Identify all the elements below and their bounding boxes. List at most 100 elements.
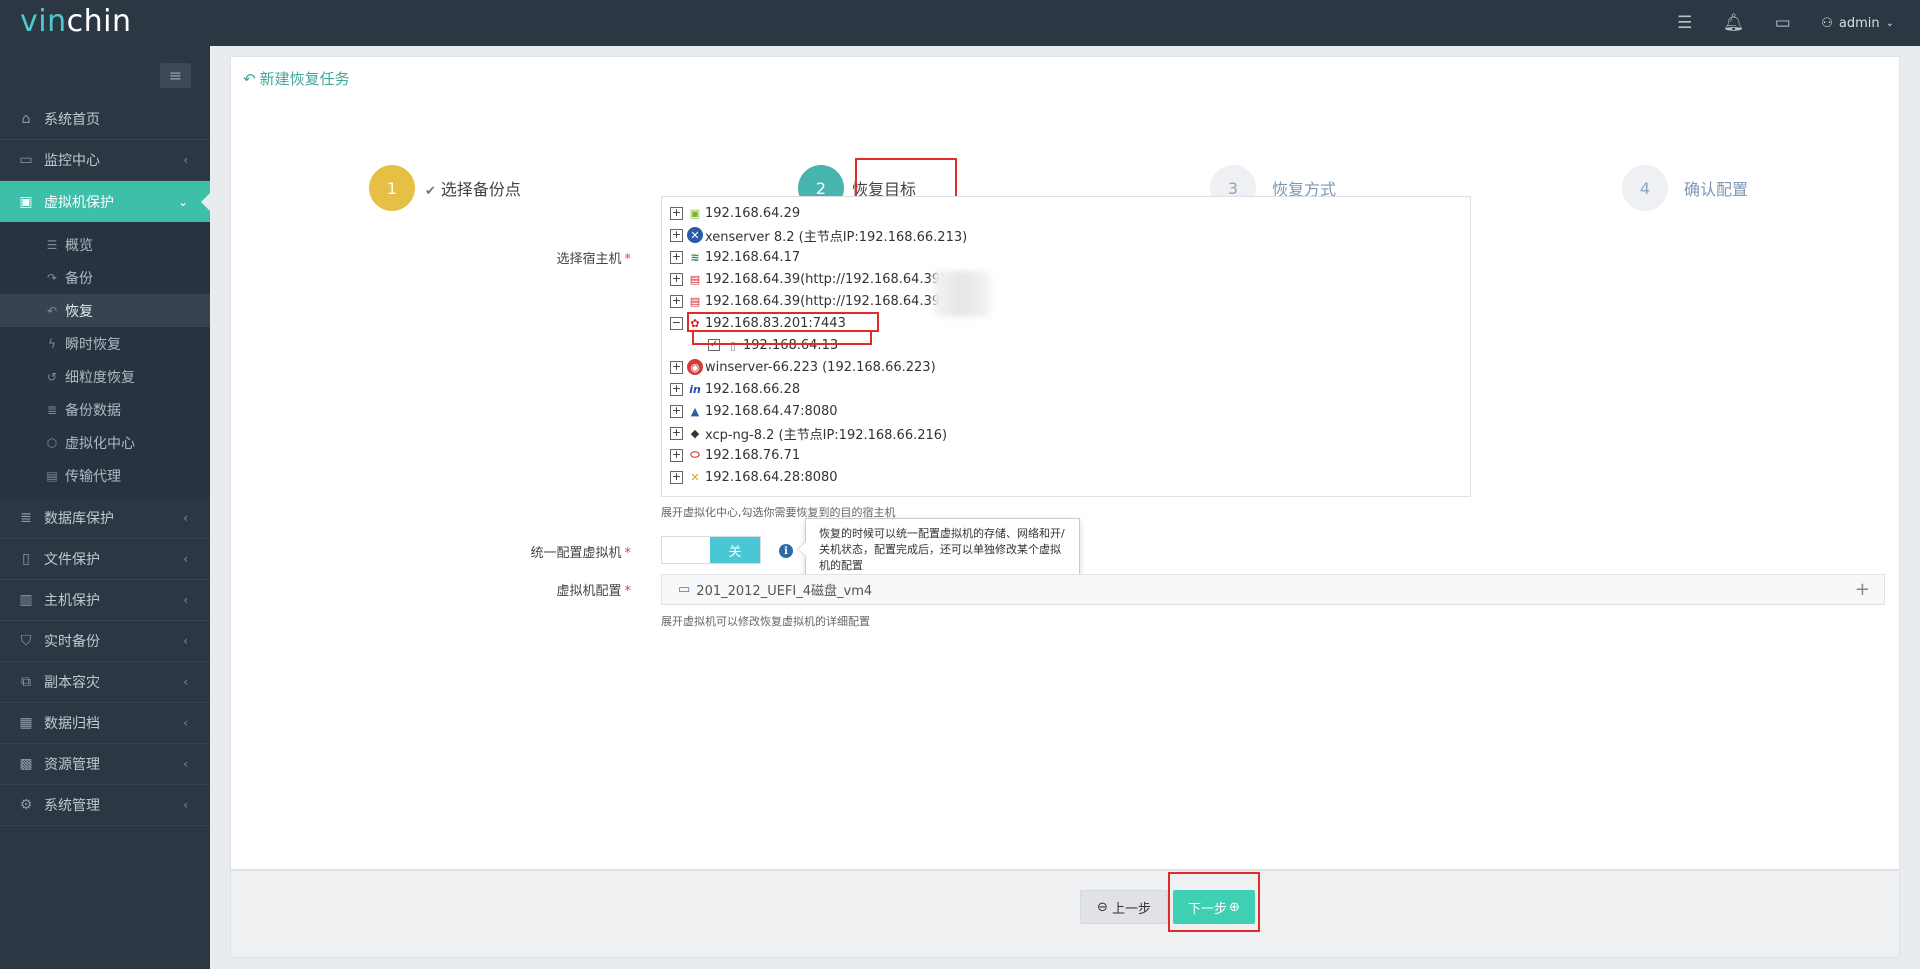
sidebar-item-monitor[interactable]: ▭ 监控中心 ‹: [0, 140, 210, 181]
chevron-left-icon: ‹: [183, 511, 188, 525]
expand-icon[interactable]: +: [670, 250, 683, 264]
expand-icon[interactable]: +: [670, 228, 683, 242]
bell-icon[interactable]: 🔔︎: [1709, 0, 1758, 46]
grid-icon: ▩: [19, 756, 33, 772]
tree-node[interactable]: + ▤ 192.168.64.39(http://192.168.64.39): [662, 268, 1470, 290]
server-icon: ▤: [689, 294, 701, 308]
platform-icon: ≋: [690, 250, 700, 264]
share-icon: ↷: [46, 270, 58, 285]
host-tree: + ▣ 192.168.64.29 + ✕ xenserver 8.2 (主节点IP:1…: [661, 196, 1471, 497]
tree-node[interactable]: + ◉ winserver-66.223 (192.168.66.223): [662, 356, 1470, 378]
arrow-left-icon: ⊖: [1097, 899, 1108, 915]
collapse-icon[interactable]: −: [670, 316, 683, 330]
highlight-box-next: [1168, 872, 1260, 932]
expand-icon[interactable]: +: [670, 272, 683, 286]
expand-icon[interactable]: +: [670, 360, 683, 374]
highlight-box-host: [687, 312, 879, 332]
expand-icon[interactable]: +: [670, 382, 683, 396]
tree-node[interactable]: + ⬭ 192.168.76.71: [662, 444, 1470, 466]
chevron-left-icon: ‹: [183, 798, 188, 812]
wizard-footer: [230, 870, 1900, 958]
monitor-icon: ▭: [19, 152, 33, 168]
undo-icon: ↺: [46, 369, 58, 384]
chevron-left-icon: ‹: [183, 757, 188, 771]
tree-node[interactable]: + ◆ xcp-ng-8.2 (主节点IP:192.168.66.216): [662, 422, 1470, 444]
sidebar-sub-transfer-proxy[interactable]: ▤ 传输代理: [0, 459, 210, 492]
chevron-left-icon: ‹: [183, 634, 188, 648]
sidebar-menu: ⌂ 系统首页 ▭ 监控中心 ‹ ▣ 虚拟机保护 ⌄ ☰ 概览 ↷ 备份 ↶ 恢复 ϟ 瞬时恢复 ↺…: [0, 99, 210, 826]
logo[interactable]: vinchin: [20, 4, 131, 39]
step-4-number: 4: [1622, 165, 1668, 211]
sidebar-item-replica-dr[interactable]: ⧉ 副本容灾 ‹: [0, 662, 210, 703]
vm-name: 201_2012_UEFI_4磁盘_vm4: [696, 584, 873, 599]
chevron-left-icon: ‹: [183, 552, 188, 566]
top-bar: vinchin ☰ 🔔︎ ▭ ⚇ admin ⌄: [0, 0, 1920, 46]
wizard-body: 1 ✔ 选择备份点 2 恢复目标 3 恢复方式 4 确认配置 选择宿主机 * + ▣ 1…: [230, 100, 1900, 870]
sidebar-item-home[interactable]: ⌂ 系统首页: [0, 99, 210, 140]
database-icon: ≣: [46, 402, 58, 417]
expand-icon[interactable]: +: [670, 448, 683, 462]
sidebar-item-host-protection[interactable]: ▥ 主机保护 ‹: [0, 580, 210, 621]
top-icons: ☰ 🔔︎ ▭ ⚇ admin ⌄: [1660, 0, 1920, 46]
xcp-ng-icon: ◆: [690, 426, 700, 440]
unify-config-toggle[interactable]: 关: [661, 536, 761, 564]
tree-node[interactable]: + in 192.168.66.28: [662, 378, 1470, 400]
sidebar-item-database-protection[interactable]: ≣ 数据库保护 ‹: [0, 498, 210, 539]
sidebar-sub-restore[interactable]: ↶ 恢复: [0, 294, 210, 327]
sidebar-sub-overview[interactable]: ☰ 概览: [0, 228, 210, 261]
tree-node[interactable]: + ✕ 192.168.64.28:8080: [662, 466, 1470, 488]
vmware-icon: ▣: [689, 206, 701, 220]
platform-icon: ✕: [690, 470, 700, 484]
expand-icon[interactable]: +: [670, 294, 683, 308]
sidebar-sub-granular-restore[interactable]: ↺ 细粒度恢复: [0, 360, 210, 393]
vm-help-text: 展开虚拟机可以修改恢复虚拟机的详细配置: [661, 615, 870, 628]
tree-node[interactable]: + ▤ 192.168.64.39(http://192.168.64.39): [662, 290, 1470, 312]
info-icon[interactable]: i: [779, 544, 793, 558]
desktop-icon: ▣: [19, 193, 33, 210]
user-menu[interactable]: ⚇ admin ⌄: [1807, 16, 1920, 31]
expand-icon[interactable]: +: [670, 404, 683, 418]
expand-icon[interactable]: +: [670, 470, 683, 484]
server-icon: ▤: [689, 272, 701, 286]
prev-step-button[interactable]: ⊖ 上一步: [1080, 890, 1168, 924]
toggle-off-label: 关: [710, 537, 760, 563]
sidebar-item-realtime-backup[interactable]: ⛉ 实时备份 ‹: [0, 621, 210, 662]
expand-icon[interactable]: +: [670, 206, 683, 220]
sidebar-sub-backup[interactable]: ↷ 备份: [0, 261, 210, 294]
sidebar-sub-instant-restore[interactable]: ϟ 瞬时恢复: [0, 327, 210, 360]
user-icon: ⚇: [1821, 15, 1833, 31]
file-icon: ▯: [22, 551, 30, 567]
sidebar-sub-virtualization-center[interactable]: ⬡ 虚拟化中心: [0, 426, 210, 459]
expand-icon[interactable]: +: [670, 426, 683, 440]
sidebar-sub-backup-data[interactable]: ≣ 备份数据: [0, 393, 210, 426]
xenserver-icon: ✕: [687, 227, 703, 243]
list-icon[interactable]: ☰: [1660, 0, 1709, 46]
chevron-left-icon: ‹: [183, 153, 188, 167]
cube-icon: ⬡: [46, 435, 58, 450]
sidebar-item-system-management[interactable]: ⚙ 系统管理 ‹: [0, 785, 210, 826]
sidebar-item-vm-protection[interactable]: ▣ 虚拟机保护 ⌄: [0, 181, 210, 222]
host-label: 选择宿主机 *: [556, 252, 631, 267]
shield-icon: ⛉: [20, 633, 32, 649]
chevron-left-icon: ‹: [183, 675, 188, 689]
tree-node[interactable]: + ▲ 192.168.64.47:8080: [662, 400, 1470, 422]
tree-node[interactable]: + ▣ 192.168.64.29: [662, 202, 1470, 224]
step-1-label: 选择备份点: [440, 180, 521, 199]
home-icon: ⌂: [21, 111, 31, 127]
vm-config-row[interactable]: ▭ 201_2012_UEFI_4磁盘_vm4 +: [661, 574, 1885, 605]
sidebar-item-file-protection[interactable]: ▯ 文件保护 ‹: [0, 539, 210, 580]
expand-plus-icon[interactable]: +: [1855, 579, 1870, 600]
page-title: 新建恢复任务: [259, 70, 350, 88]
monitor-icon[interactable]: ▭: [1758, 0, 1807, 46]
oracle-icon: ⬭: [690, 448, 700, 461]
sidebar-item-resource-management[interactable]: ▩ 资源管理 ‹: [0, 744, 210, 785]
database-icon: ≣: [20, 510, 32, 526]
sidebar-item-data-archive[interactable]: ▦ 数据归档 ‹: [0, 703, 210, 744]
step-1-number: 1: [369, 165, 415, 211]
tree-node[interactable]: + ≋ 192.168.64.17: [662, 246, 1470, 268]
tree-node[interactable]: + ✕ xenserver 8.2 (主节点IP:192.168.66.213): [662, 224, 1470, 246]
reply-icon: ↶: [46, 303, 58, 318]
sidebar-toggle-button[interactable]: ≡: [160, 63, 191, 88]
reply-icon[interactable]: ↶: [243, 70, 256, 88]
step-1: 1 ✔ 选择备份点: [369, 165, 521, 211]
